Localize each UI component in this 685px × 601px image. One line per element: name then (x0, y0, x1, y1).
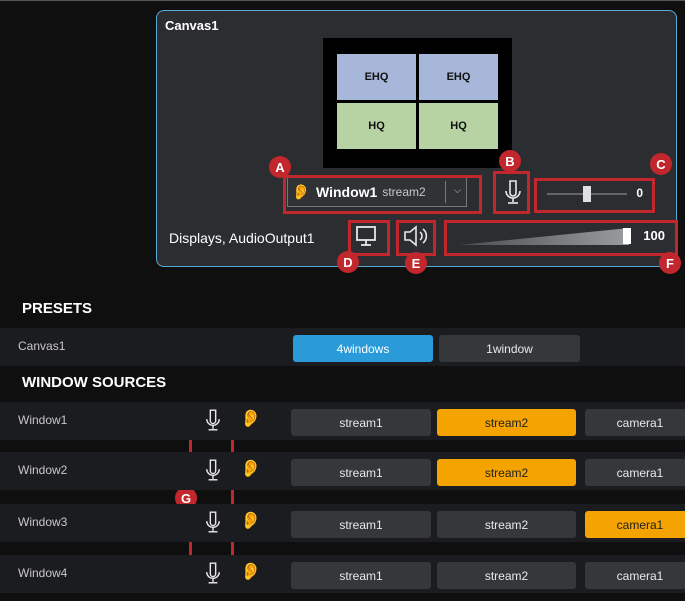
stream-button-stream1[interactable]: stream1 (291, 562, 431, 589)
annotation-callout-f: F (659, 252, 681, 274)
layout-cell[interactable]: HQ (419, 103, 498, 149)
microphone-icon[interactable] (205, 561, 221, 585)
microphone-icon[interactable] (205, 510, 221, 534)
annotation-box-e (396, 220, 436, 256)
annotation-callout-e: E (405, 252, 427, 274)
app-stage: Canvas1 EHQ EHQ HQ HQ 👂 Window1 stream2 … (0, 0, 685, 601)
stream-button-stream2[interactable]: stream2 (437, 409, 576, 436)
preset-button-1window[interactable]: 1window (439, 335, 580, 362)
stream-button-stream1[interactable]: stream1 (291, 511, 431, 538)
preset-button-4windows[interactable]: 4windows (293, 335, 433, 362)
annotation-box-c (534, 178, 655, 213)
window-source-label: Window4 (18, 566, 68, 580)
stream-button-camera1[interactable]: camera1 (585, 562, 685, 589)
window-sources-heading: WINDOW SOURCES (22, 374, 167, 391)
ear-icon[interactable]: 👂 (240, 459, 261, 479)
ear-icon[interactable]: 👂 (240, 511, 261, 531)
window-source-row: Window4 👂 stream1 stream2 camera1 (0, 555, 685, 593)
annotation-box-f (444, 220, 678, 256)
preset-row-label: Canvas1 (18, 339, 66, 353)
canvas-title: Canvas1 (165, 18, 219, 33)
stream-button-stream2[interactable]: stream2 (437, 511, 576, 538)
window-source-row: Window2 👂 stream1 stream2 camera1 (0, 452, 685, 490)
ear-icon[interactable]: 👂 (240, 562, 261, 582)
layout-cell[interactable]: HQ (337, 103, 416, 149)
annotation-callout-d: D (337, 251, 359, 273)
presets-heading: PRESETS (22, 300, 93, 317)
window-source-label: Window1 (18, 413, 68, 427)
layout-cell[interactable]: EHQ (419, 54, 498, 100)
microphone-icon[interactable] (205, 458, 221, 482)
ear-icon[interactable]: 👂 (240, 409, 261, 429)
window-source-row: Window3 👂 stream1 stream2 camera1 (0, 504, 685, 542)
stream-button-stream1[interactable]: stream1 (291, 409, 431, 436)
outputs-label: Displays, AudioOutput1 (169, 230, 315, 246)
annotation-callout-a: A (269, 156, 291, 178)
stream-button-camera1[interactable]: camera1 (585, 459, 685, 486)
stream-button-stream2[interactable]: stream2 (437, 562, 576, 589)
window-source-label: Window3 (18, 515, 68, 529)
stream-button-stream2[interactable]: stream2 (437, 459, 576, 486)
annotation-callout-c: C (650, 153, 672, 175)
microphone-icon[interactable] (205, 408, 221, 432)
annotation-box-d (348, 220, 390, 256)
window-source-row: Window1 👂 stream1 stream2 camera1 (0, 402, 685, 440)
stream-button-stream1[interactable]: stream1 (291, 459, 431, 486)
annotation-box-a (283, 175, 482, 214)
layout-cell[interactable]: EHQ (337, 54, 416, 100)
stream-button-camera1[interactable]: camera1 (585, 409, 685, 436)
annotation-box-b (493, 171, 530, 214)
preset-row: Canvas1 4windows 1window (0, 328, 685, 366)
stream-button-camera1[interactable]: camera1 (585, 511, 685, 538)
annotation-callout-b: B (499, 150, 521, 172)
window-source-label: Window2 (18, 463, 68, 477)
canvas-preview: EHQ EHQ HQ HQ (323, 38, 512, 168)
